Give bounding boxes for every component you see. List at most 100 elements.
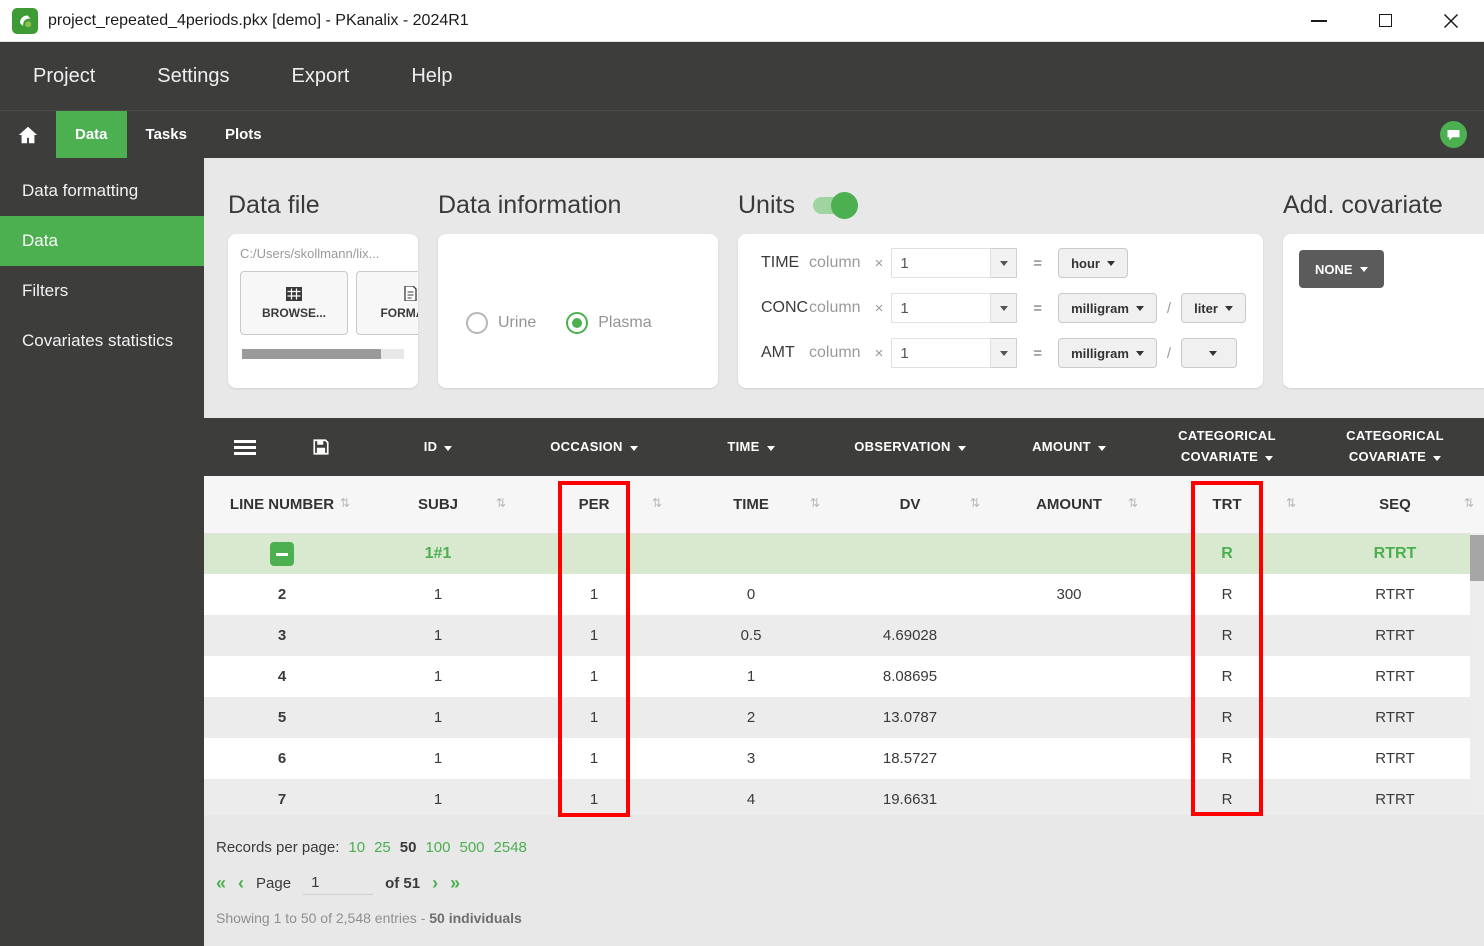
page-size-500[interactable]: 500 bbox=[460, 839, 485, 856]
menu-settings[interactable]: Settings bbox=[157, 65, 229, 88]
format-button[interactable]: FORMAT... bbox=[356, 271, 418, 335]
conc-factor-dropdown[interactable] bbox=[991, 293, 1017, 323]
tab-tasks[interactable]: Tasks bbox=[127, 111, 206, 158]
group-row[interactable]: 1#1 R RTRT bbox=[204, 533, 1484, 574]
last-page-button[interactable]: » bbox=[450, 874, 460, 892]
sidebar-item-data[interactable]: Data bbox=[0, 216, 204, 266]
col-header-trt[interactable]: TRT bbox=[1148, 476, 1306, 533]
type-header-categorical-covariate-1[interactable]: CATEGORICAL COVARIATE bbox=[1148, 418, 1306, 476]
conc-volume-unit-dropdown[interactable]: liter bbox=[1181, 293, 1246, 323]
amt-per-unit-dropdown[interactable] bbox=[1181, 338, 1237, 368]
col-header-seq[interactable]: SEQ bbox=[1306, 476, 1484, 533]
table-row[interactable]: 611318.5727RRTRT bbox=[204, 738, 1484, 779]
conc-factor-input[interactable] bbox=[891, 293, 991, 323]
page-size-10[interactable]: 10 bbox=[348, 839, 365, 856]
maximize-button[interactable] bbox=[1352, 0, 1418, 41]
conc-mass-unit-dropdown[interactable]: milligram bbox=[1058, 293, 1157, 323]
sort-icon[interactable] bbox=[1464, 496, 1474, 510]
col-header-per[interactable]: PER bbox=[516, 476, 672, 533]
close-button[interactable] bbox=[1418, 0, 1484, 41]
page-size-100[interactable]: 100 bbox=[425, 839, 450, 856]
type-header-amount[interactable]: AMOUNT bbox=[990, 418, 1148, 476]
vertical-scrollbar[interactable] bbox=[1470, 533, 1484, 815]
col-header-line-number[interactable]: LINE NUMBER bbox=[204, 476, 360, 533]
sidebar-item-filters[interactable]: Filters bbox=[0, 266, 204, 316]
page-size-2548[interactable]: 2548 bbox=[494, 839, 527, 856]
type-header-categorical-covariate-2[interactable]: CATEGORICAL COVARIATE bbox=[1306, 418, 1484, 476]
table-cell: R bbox=[1148, 738, 1306, 779]
table-row[interactable]: 711419.6631RRTRT bbox=[204, 779, 1484, 815]
units-toggle-knob bbox=[831, 192, 858, 219]
col-header-dv[interactable]: DV bbox=[830, 476, 990, 533]
data-table: ID OCCASION TIME OBSERVATION AMOUNT CATE… bbox=[204, 418, 1484, 815]
menu-help[interactable]: Help bbox=[411, 65, 452, 88]
plasma-radio-group[interactable]: Plasma bbox=[566, 258, 651, 388]
first-page-button[interactable]: « bbox=[216, 874, 226, 892]
type-header-id[interactable]: ID bbox=[360, 418, 516, 476]
covariate-none-dropdown[interactable]: NONE bbox=[1299, 250, 1384, 288]
sidebar-item-covariates-statistics[interactable]: Covariates statistics bbox=[0, 316, 204, 366]
sort-icon[interactable] bbox=[652, 496, 662, 510]
home-button[interactable] bbox=[0, 111, 56, 158]
table-row[interactable]: 41118.08695RRTRT bbox=[204, 656, 1484, 697]
minimize-button[interactable] bbox=[1286, 0, 1352, 41]
next-page-button[interactable]: › bbox=[432, 874, 438, 892]
table-cell: R bbox=[1148, 574, 1306, 615]
table-menu-icon[interactable] bbox=[234, 440, 256, 455]
units-toggle[interactable] bbox=[813, 197, 855, 214]
multiply-sign: × bbox=[875, 300, 884, 317]
urine-radio-group[interactable]: Urine bbox=[466, 258, 536, 388]
page-number-input[interactable] bbox=[303, 871, 373, 895]
horizontal-scrollbar[interactable] bbox=[242, 349, 404, 359]
time-factor-input[interactable] bbox=[891, 248, 991, 278]
col-header-amount[interactable]: AMOUNT bbox=[990, 476, 1148, 533]
urine-radio[interactable] bbox=[466, 312, 488, 334]
collapse-icon[interactable] bbox=[270, 542, 294, 566]
type-header-observation[interactable]: OBSERVATION bbox=[830, 418, 990, 476]
col-header-subj[interactable]: SUBJ bbox=[360, 476, 516, 533]
tab-data[interactable]: Data bbox=[56, 111, 127, 158]
browse-button[interactable]: BROWSE... bbox=[240, 271, 348, 335]
col-header-time[interactable]: TIME bbox=[672, 476, 830, 533]
table-cell: 6 bbox=[204, 738, 360, 779]
sort-icon[interactable] bbox=[810, 496, 820, 510]
comment-button[interactable] bbox=[1440, 111, 1484, 158]
sort-icon[interactable] bbox=[340, 496, 350, 510]
tab-plots[interactable]: Plots bbox=[206, 111, 281, 158]
table-cell bbox=[990, 779, 1148, 815]
table-cell: 18.5727 bbox=[830, 738, 990, 779]
sort-icon[interactable] bbox=[496, 496, 506, 510]
save-icon[interactable] bbox=[312, 438, 330, 456]
chevron-down-icon bbox=[1136, 351, 1144, 356]
menu-project[interactable]: Project bbox=[33, 65, 95, 88]
units-section: Units TIME column × = hour bbox=[738, 190, 1263, 388]
equals-sign: = bbox=[1033, 255, 1042, 272]
time-unit-dropdown[interactable]: hour bbox=[1058, 248, 1128, 278]
vertical-scrollbar-thumb[interactable] bbox=[1470, 535, 1484, 581]
sort-icon[interactable] bbox=[1286, 496, 1296, 510]
time-factor-dropdown[interactable] bbox=[991, 248, 1017, 278]
chevron-down-icon bbox=[1098, 446, 1106, 451]
plasma-radio[interactable] bbox=[566, 312, 588, 334]
browse-button-label: BROWSE... bbox=[262, 306, 326, 320]
sort-icon[interactable] bbox=[970, 496, 980, 510]
menu-export[interactable]: Export bbox=[292, 65, 350, 88]
sort-icon[interactable] bbox=[1128, 496, 1138, 510]
page-size-50[interactable]: 50 bbox=[400, 839, 417, 856]
sidebar-item-data-formatting[interactable]: Data formatting bbox=[0, 166, 204, 216]
group-trt-cell: R bbox=[1148, 533, 1306, 574]
table-row[interactable]: 2110300RRTRT bbox=[204, 574, 1484, 615]
table-row[interactable]: 511213.0787RRTRT bbox=[204, 697, 1484, 738]
horizontal-scrollbar-thumb[interactable] bbox=[242, 349, 381, 359]
page-size-25[interactable]: 25 bbox=[374, 839, 391, 856]
type-header-label: ID bbox=[424, 439, 438, 454]
amt-mass-unit-dropdown[interactable]: milligram bbox=[1058, 338, 1157, 368]
amt-factor-dropdown[interactable] bbox=[991, 338, 1017, 368]
amt-mass-unit-label: milligram bbox=[1071, 346, 1129, 361]
type-header-time[interactable]: TIME bbox=[672, 418, 830, 476]
chevron-down-icon bbox=[1000, 306, 1008, 311]
table-row[interactable]: 3110.54.69028RRTRT bbox=[204, 615, 1484, 656]
previous-page-button[interactable]: ‹ bbox=[238, 874, 244, 892]
type-header-occasion[interactable]: OCCASION bbox=[516, 418, 672, 476]
amt-factor-input[interactable] bbox=[891, 338, 991, 368]
